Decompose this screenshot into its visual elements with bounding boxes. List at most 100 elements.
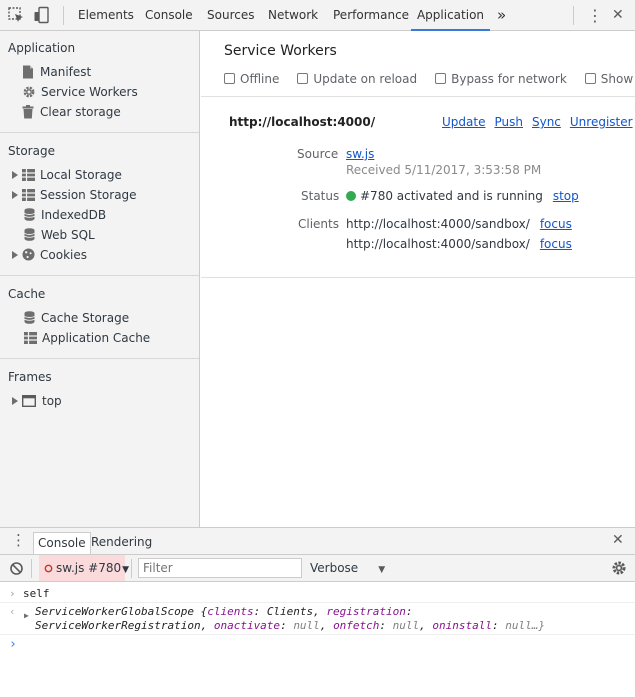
- sw-entry-divider: [201, 277, 635, 278]
- tab-performance[interactable]: Performance: [333, 0, 409, 31]
- console-filter-input[interactable]: [138, 558, 302, 578]
- close-drawer-button[interactable]: ✕: [612, 532, 624, 548]
- sidebar-item-application-cache[interactable]: Application Cache: [24, 328, 150, 348]
- object-key: clients: [207, 605, 254, 618]
- sidebar-item-cache-storage[interactable]: Cache Storage: [24, 308, 129, 328]
- input-chevron-icon: ›: [9, 587, 16, 600]
- drawer-tab-rendering[interactable]: Rendering: [91, 532, 152, 552]
- log-level-select[interactable]: Verbose ▼: [310, 555, 385, 583]
- execution-context-select[interactable]: sw.js #780▼: [39, 555, 129, 581]
- log-level-label: Verbose: [310, 561, 359, 575]
- tab-elements[interactable]: Elements: [78, 0, 134, 31]
- focus-link[interactable]: focus: [540, 217, 572, 231]
- console-settings-gear-icon[interactable]: [611, 560, 627, 576]
- sidebar-item-clear-storage[interactable]: Clear storage: [22, 102, 121, 122]
- inspect-element-icon[interactable]: [7, 6, 25, 24]
- console-divider: [0, 634, 635, 635]
- object-value: null…}: [505, 619, 546, 632]
- tab-network[interactable]: Network: [268, 0, 318, 31]
- expand-arrow-icon[interactable]: [12, 251, 18, 259]
- sidebar-item-label: IndexedDB: [41, 208, 107, 222]
- source-label: Source: [297, 147, 339, 161]
- expand-arrow-icon[interactable]: [12, 397, 18, 405]
- expand-object-icon[interactable]: ▶: [24, 611, 29, 620]
- tab-console[interactable]: Console: [145, 0, 193, 31]
- source-file-link[interactable]: sw.js: [346, 147, 374, 161]
- gear-icon: [44, 564, 53, 573]
- offline-label: Offline: [240, 72, 280, 86]
- offline-checkbox[interactable]: [224, 73, 235, 84]
- sidebar-item-local-storage[interactable]: Local Storage: [12, 165, 122, 185]
- sidebar-item-indexeddb[interactable]: IndexedDB: [24, 205, 106, 225]
- device-toolbar-icon[interactable]: [33, 6, 51, 24]
- object-value: ServiceWorkerRegistration: [35, 619, 201, 632]
- section-title-storage: Storage: [8, 144, 55, 158]
- header-divider: [201, 96, 635, 97]
- sidebar-item-label: Clear storage: [40, 105, 121, 119]
- result-line-2: ServiceWorkerRegistration, onactivate: n…: [35, 619, 546, 632]
- sidebar-item-label: Service Workers: [41, 85, 138, 99]
- sw-options-row: Offline Update on reload Bypass for networ…: [224, 72, 635, 86]
- devtools-toolbar: Elements Console Sources Network Perform…: [0, 0, 635, 31]
- sw-actions: Update Push Sync Unregister: [442, 115, 633, 129]
- more-tabs-button[interactable]: »: [497, 0, 506, 31]
- client-url: http://localhost:4000/sandbox/: [346, 237, 530, 251]
- sidebar-item-frame-top[interactable]: top: [12, 391, 62, 411]
- show-all-checkbox[interactable]: [584, 73, 596, 84]
- sidebar-item-cookies[interactable]: Cookies: [12, 245, 87, 265]
- dropdown-arrow-icon: ▼: [378, 565, 386, 575]
- service-workers-pane: Service Workers Offline Update on reload B…: [201, 31, 635, 527]
- bypass-for-network-checkbox[interactable]: [435, 73, 447, 84]
- gear-icon: [23, 86, 35, 98]
- client-url: http://localhost:4000/sandbox/: [346, 217, 530, 231]
- tab-sources[interactable]: Sources: [207, 0, 254, 31]
- focus-link[interactable]: focus: [540, 237, 572, 251]
- dropdown-arrow-icon: ▼: [122, 565, 130, 575]
- toolbar-divider: [63, 6, 64, 25]
- console-toolbar: sw.js #780▼ Verbose ▼: [0, 555, 635, 582]
- status-text: #780 activated and is running: [360, 189, 543, 203]
- section-title-application: Application: [8, 41, 76, 55]
- sidebar-item-web-sql[interactable]: Web SQL: [24, 225, 95, 245]
- sidebar-item-label: Cache Storage: [41, 311, 130, 325]
- expand-arrow-icon[interactable]: [12, 171, 18, 179]
- sidebar-item-label: Web SQL: [41, 228, 95, 242]
- sidebar-item-manifest[interactable]: Manifest: [22, 62, 91, 82]
- update-on-reload-checkbox[interactable]: [297, 73, 309, 84]
- status-running-dot: [346, 191, 356, 201]
- push-link[interactable]: Push: [494, 115, 523, 129]
- sidebar-item-session-storage[interactable]: Session Storage: [12, 185, 137, 205]
- section-divider: [0, 358, 199, 359]
- clear-console-icon[interactable]: [10, 562, 23, 575]
- update-on-reload-label: Update on reload: [313, 72, 418, 86]
- drawer-tab-console[interactable]: Console: [33, 532, 91, 554]
- sidebar-item-label: Session Storage: [40, 188, 137, 202]
- status-label: Status: [301, 189, 340, 203]
- stop-link[interactable]: stop: [553, 189, 579, 203]
- result-arrow-icon: ‹: [9, 605, 16, 618]
- result-line-1[interactable]: ServiceWorkerGlobalScope {clients: Clien…: [35, 605, 413, 618]
- expand-arrow-icon[interactable]: [12, 191, 18, 199]
- database-icon: [24, 311, 35, 324]
- sidebar-item-label: Cookies: [40, 248, 87, 262]
- customize-menu-button[interactable]: ⋮: [587, 0, 603, 31]
- page-title: Service Workers: [224, 43, 337, 59]
- sync-link[interactable]: Sync: [532, 115, 561, 129]
- console-prompt[interactable]: ›: [9, 637, 17, 652]
- close-devtools-button[interactable]: ✕: [612, 0, 624, 31]
- console-prompt-input[interactable]: [22, 637, 622, 653]
- drawer-menu-button[interactable]: ⋮: [11, 531, 26, 549]
- section-divider: [0, 275, 199, 276]
- tab-application[interactable]: Application: [411, 0, 490, 31]
- sidebar-item-label: top: [42, 394, 62, 408]
- application-sidebar: Application Manifest Service Workers Cle…: [0, 31, 200, 527]
- console-input-echo: self: [23, 587, 50, 600]
- update-link[interactable]: Update: [442, 115, 485, 129]
- sidebar-item-label: Local Storage: [40, 168, 122, 182]
- grid-icon: [22, 189, 35, 201]
- sidebar-item-service-workers[interactable]: Service Workers: [22, 82, 138, 102]
- object-value: null: [293, 619, 320, 632]
- object-key: registration: [326, 605, 406, 618]
- unregister-link[interactable]: Unregister: [570, 115, 633, 129]
- status-row: #780 activated and is running stop: [346, 189, 579, 203]
